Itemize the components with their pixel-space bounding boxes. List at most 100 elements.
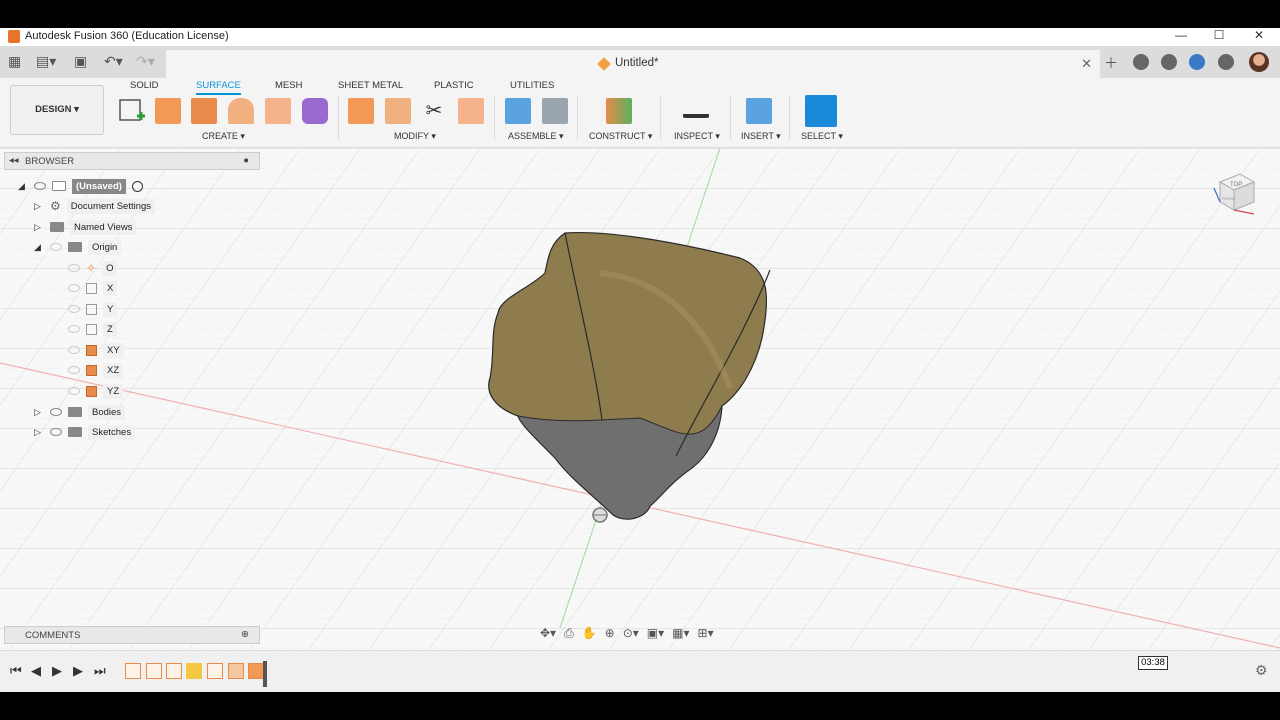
modify-menu[interactable]: MODIFY ▾ (394, 131, 436, 142)
construct-menu[interactable]: CONSTRUCT ▾ (589, 131, 652, 142)
inspect-menu[interactable]: INSPECT ▾ (674, 131, 720, 142)
extensions-icon[interactable] (1133, 54, 1149, 70)
extend-icon[interactable] (458, 98, 484, 124)
visibility-eye-icon[interactable] (34, 182, 46, 190)
tab-sheet-metal[interactable]: SHEET METAL (338, 80, 403, 91)
revolve-icon[interactable] (191, 98, 217, 124)
viewcube[interactable]: TOP FRONT (1210, 170, 1256, 216)
extrude-icon[interactable] (155, 98, 181, 124)
tab-plastic[interactable]: PLASTIC (434, 80, 474, 91)
timeline-feature-sketch[interactable] (146, 663, 162, 679)
display-settings-icon[interactable]: ▣▾ (647, 626, 664, 644)
activate-radio-icon[interactable] (131, 180, 143, 192)
tree-item-z-axis[interactable]: Z (68, 320, 117, 338)
tree-item-y-axis[interactable]: Y (68, 300, 118, 318)
timeline-feature-sketch[interactable] (166, 663, 182, 679)
timeline-feature-loft[interactable] (228, 663, 244, 679)
go-to-start-icon[interactable]: ⏮ (10, 663, 22, 679)
tree-item-document-settings[interactable]: ▷ ⚙ Document Settings (34, 197, 156, 215)
step-back-icon[interactable]: ◀ (31, 663, 41, 679)
joint-icon[interactable] (542, 98, 568, 124)
visibility-eye-icon[interactable] (68, 284, 80, 292)
notifications-icon[interactable] (1189, 54, 1205, 70)
new-tab-plus-icon[interactable]: ＋ (1104, 53, 1118, 73)
assemble-menu[interactable]: ASSEMBLE ▾ (508, 131, 564, 142)
look-at-icon[interactable]: ⎙ (564, 626, 574, 644)
tree-item-xz-plane[interactable]: XZ (68, 361, 124, 379)
add-comment-icon[interactable]: ⊕ (241, 629, 249, 640)
expand-arrow-icon[interactable]: ▷ (34, 427, 44, 438)
tree-item-yz-plane[interactable]: YZ (68, 382, 124, 400)
insert-menu[interactable]: INSERT ▾ (741, 131, 781, 142)
save-icon[interactable]: ▣ (74, 53, 87, 70)
create-sketch-icon[interactable] (117, 96, 147, 126)
timeline-feature-patch[interactable] (248, 663, 264, 679)
collapse-arrow-icon[interactable]: ◢ (18, 181, 28, 192)
timeline-marker[interactable] (263, 661, 267, 687)
help-icon[interactable] (1218, 54, 1234, 70)
timeline-settings-gear-icon[interactable]: ⚙ (1255, 662, 1268, 679)
tree-item-x-axis[interactable]: X (68, 279, 118, 297)
pan-hand-icon[interactable]: ✋ (582, 626, 597, 644)
zoom-window-icon[interactable]: ⊙▾ (623, 626, 639, 644)
collapse-browser-icon[interactable]: ◂◂ (9, 155, 19, 166)
timeline-feature-sketch[interactable] (207, 663, 223, 679)
3d-canvas[interactable] (0, 148, 1280, 650)
minimize-button[interactable]: — (1166, 28, 1196, 42)
tree-item-sketches[interactable]: ▷ Sketches (34, 423, 136, 441)
delete-face-icon[interactable] (385, 98, 411, 124)
expand-arrow-icon[interactable]: ▷ (34, 201, 44, 212)
file-menu-icon[interactable]: ▤▾ (36, 53, 56, 70)
timeline-feature-sketch[interactable] (125, 663, 141, 679)
go-to-end-icon[interactable]: ⏭ (94, 663, 106, 679)
timeline-feature-selected[interactable] (186, 663, 202, 679)
loft-icon[interactable] (265, 98, 291, 124)
user-avatar[interactable] (1249, 52, 1269, 72)
comments-panel-header[interactable]: COMMENTS ⊕ (4, 626, 260, 644)
visibility-eye-icon[interactable] (68, 346, 80, 354)
tree-item-named-views[interactable]: ▷ Named Views (34, 218, 137, 236)
visibility-eye-icon[interactable] (50, 428, 62, 436)
canvas-scene[interactable] (0, 148, 1280, 650)
browser-minimize-icon[interactable]: ● (243, 155, 249, 166)
play-icon[interactable]: ▶ (52, 663, 62, 679)
grid-settings-icon[interactable]: ▦▾ (672, 626, 689, 644)
sweep-icon[interactable] (228, 98, 254, 124)
data-panel-grid-icon[interactable]: ▦ (8, 53, 21, 70)
new-component-icon[interactable] (505, 98, 531, 124)
orbit-icon[interactable]: ✥▾ (540, 626, 556, 644)
select-menu[interactable]: SELECT ▾ (801, 131, 843, 142)
visibility-eye-icon[interactable] (68, 305, 80, 313)
measure-ruler-icon[interactable] (683, 102, 709, 118)
visibility-eye-icon[interactable] (68, 325, 80, 333)
step-forward-icon[interactable]: ▶ (73, 663, 83, 679)
document-tab[interactable]: Untitled* ✕ (166, 50, 1100, 78)
tab-mesh[interactable]: MESH (275, 80, 302, 91)
expand-arrow-icon[interactable]: ▷ (34, 222, 44, 233)
workspace-switcher-button[interactable]: DESIGN ▾ (10, 85, 104, 135)
maximize-button[interactable]: ☐ (1204, 28, 1234, 42)
visibility-eye-icon[interactable] (50, 243, 62, 251)
undo-icon[interactable]: ↶▾ (104, 53, 123, 70)
patch-icon[interactable] (302, 98, 328, 124)
tab-solid[interactable]: SOLID (130, 80, 159, 91)
trim-scissors-icon[interactable]: ✂ (421, 98, 447, 124)
tab-surface[interactable]: SURFACE (196, 80, 241, 95)
visibility-eye-icon[interactable] (50, 408, 62, 416)
tree-item-origin-point[interactable]: ✧ O (68, 259, 118, 277)
job-status-icon[interactable] (1161, 54, 1177, 70)
zoom-icon[interactable]: ⊕ (605, 626, 615, 644)
offset-plane-icon[interactable] (606, 98, 632, 124)
tree-item-origin[interactable]: ◢ Origin (34, 238, 122, 256)
tree-item-xy-plane[interactable]: XY (68, 341, 124, 359)
collapse-arrow-icon[interactable]: ◢ (34, 242, 44, 253)
tree-item-bodies[interactable]: ▷ Bodies (34, 403, 126, 421)
document-close-button[interactable]: ✕ (1081, 56, 1092, 72)
visibility-eye-icon[interactable] (68, 366, 80, 374)
create-menu[interactable]: CREATE ▾ (202, 131, 245, 142)
browser-panel-header[interactable]: ◂◂ BROWSER ● (4, 152, 260, 170)
tree-root[interactable]: ◢ (Unsaved) (18, 177, 143, 195)
select-icon[interactable] (805, 95, 837, 127)
viewports-icon[interactable]: ⊞▾ (698, 626, 714, 644)
visibility-eye-icon[interactable] (68, 387, 80, 395)
